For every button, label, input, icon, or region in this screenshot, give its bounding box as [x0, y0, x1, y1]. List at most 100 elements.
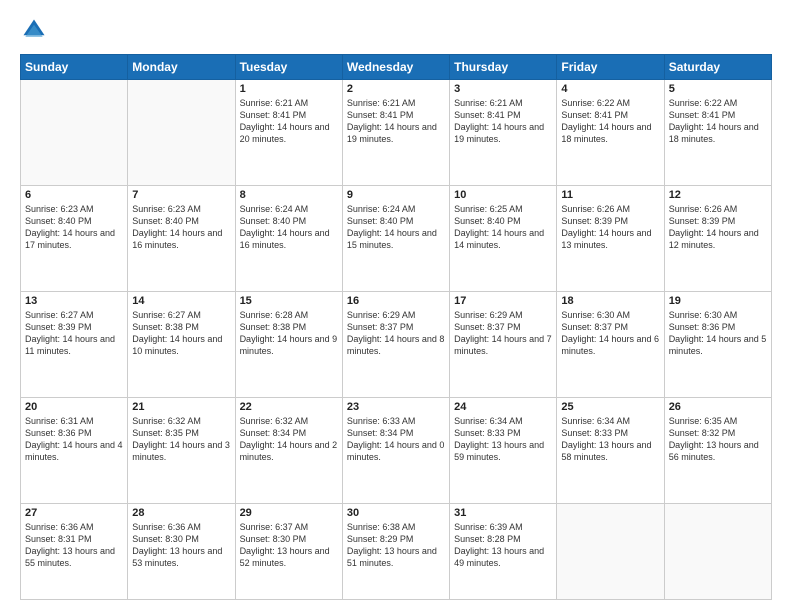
day-number: 26	[669, 401, 767, 413]
day-number: 20	[25, 401, 123, 413]
day-info: Sunrise: 6:29 AM Sunset: 8:37 PM Dayligh…	[347, 309, 445, 358]
calendar-cell	[128, 80, 235, 186]
day-info: Sunrise: 6:22 AM Sunset: 8:41 PM Dayligh…	[561, 97, 659, 146]
calendar-cell: 26Sunrise: 6:35 AM Sunset: 8:32 PM Dayli…	[664, 397, 771, 503]
calendar-cell: 22 Sunrise: 6:32 AM Sunset: 8:34 PM Dayli…	[235, 397, 342, 503]
calendar-cell: 28 Sunrise: 6:36 AM Sunset: 8:30 PM Dayli…	[128, 503, 235, 599]
day-number: 25	[561, 401, 659, 413]
day-number: 17	[454, 295, 552, 307]
day-info: Sunrise: 6:34 AM Sunset: 8:33 PM Dayligh…	[561, 415, 659, 464]
weekday-header-sunday: Sunday	[21, 55, 128, 80]
calendar-cell: 16 Sunrise: 6:29 AM Sunset: 8:37 PM Dayli…	[342, 291, 449, 397]
calendar-cell: 31 Sunrise: 6:39 AM Sunset: 8:28 PM Dayli…	[450, 503, 557, 599]
day-info: Sunrise: 6:30 AM Sunset: 8:36 PM Dayligh…	[669, 309, 767, 358]
week-row-3: 13Sunrise: 6:27 AM Sunset: 8:39 PM Dayli…	[21, 291, 772, 397]
day-info: Sunrise: 6:23 AM Sunset: 8:40 PM Dayligh…	[132, 203, 230, 252]
calendar-cell: 14 Sunrise: 6:27 AM Sunset: 8:38 PM Dayli…	[128, 291, 235, 397]
day-info: Sunrise: 6:39 AM Sunset: 8:28 PM Dayligh…	[454, 521, 552, 570]
day-number: 16	[347, 295, 445, 307]
day-number: 3	[454, 83, 552, 95]
calendar-cell: 19 Sunrise: 6:30 AM Sunset: 8:36 PM Dayli…	[664, 291, 771, 397]
weekday-header-tuesday: Tuesday	[235, 55, 342, 80]
day-number: 4	[561, 83, 659, 95]
week-row-4: 20Sunrise: 6:31 AM Sunset: 8:36 PM Dayli…	[21, 397, 772, 503]
day-info: Sunrise: 6:22 AM Sunset: 8:41 PM Dayligh…	[669, 97, 767, 146]
calendar-cell: 18 Sunrise: 6:30 AM Sunset: 8:37 PM Dayli…	[557, 291, 664, 397]
calendar-cell: 23 Sunrise: 6:33 AM Sunset: 8:34 PM Dayli…	[342, 397, 449, 503]
calendar-cell: 17 Sunrise: 6:29 AM Sunset: 8:37 PM Dayli…	[450, 291, 557, 397]
calendar-cell: 9 Sunrise: 6:24 AM Sunset: 8:40 PM Daylig…	[342, 185, 449, 291]
day-number: 18	[561, 295, 659, 307]
day-number: 23	[347, 401, 445, 413]
day-info: Sunrise: 6:27 AM Sunset: 8:38 PM Dayligh…	[132, 309, 230, 358]
calendar-cell: 21 Sunrise: 6:32 AM Sunset: 8:35 PM Dayli…	[128, 397, 235, 503]
logo	[20, 16, 52, 44]
day-info: Sunrise: 6:32 AM Sunset: 8:34 PM Dayligh…	[240, 415, 338, 464]
day-info: Sunrise: 6:29 AM Sunset: 8:37 PM Dayligh…	[454, 309, 552, 358]
day-info: Sunrise: 6:36 AM Sunset: 8:30 PM Dayligh…	[132, 521, 230, 570]
calendar-cell: 29 Sunrise: 6:37 AM Sunset: 8:30 PM Dayli…	[235, 503, 342, 599]
day-number: 14	[132, 295, 230, 307]
day-number: 31	[454, 507, 552, 519]
calendar-cell	[557, 503, 664, 599]
day-info: Sunrise: 6:34 AM Sunset: 8:33 PM Dayligh…	[454, 415, 552, 464]
page: SundayMondayTuesdayWednesdayThursdayFrid…	[0, 0, 792, 612]
calendar-cell: 6Sunrise: 6:23 AM Sunset: 8:40 PM Daylig…	[21, 185, 128, 291]
calendar-cell	[664, 503, 771, 599]
day-info: Sunrise: 6:38 AM Sunset: 8:29 PM Dayligh…	[347, 521, 445, 570]
day-number: 22	[240, 401, 338, 413]
day-info: Sunrise: 6:33 AM Sunset: 8:34 PM Dayligh…	[347, 415, 445, 464]
day-number: 30	[347, 507, 445, 519]
day-info: Sunrise: 6:24 AM Sunset: 8:40 PM Dayligh…	[347, 203, 445, 252]
calendar-cell: 10 Sunrise: 6:25 AM Sunset: 8:40 PM Dayli…	[450, 185, 557, 291]
day-number: 19	[669, 295, 767, 307]
header	[20, 16, 772, 44]
day-info: Sunrise: 6:32 AM Sunset: 8:35 PM Dayligh…	[132, 415, 230, 464]
day-number: 24	[454, 401, 552, 413]
calendar-cell: 3 Sunrise: 6:21 AM Sunset: 8:41 PM Daylig…	[450, 80, 557, 186]
calendar-cell: 5Sunrise: 6:22 AM Sunset: 8:41 PM Daylig…	[664, 80, 771, 186]
calendar-cell: 24 Sunrise: 6:34 AM Sunset: 8:33 PM Dayli…	[450, 397, 557, 503]
week-row-5: 27 Sunrise: 6:36 AM Sunset: 8:31 PM Dayli…	[21, 503, 772, 599]
day-info: Sunrise: 6:21 AM Sunset: 8:41 PM Dayligh…	[454, 97, 552, 146]
calendar-cell: 7 Sunrise: 6:23 AM Sunset: 8:40 PM Daylig…	[128, 185, 235, 291]
day-number: 7	[132, 189, 230, 201]
day-number: 21	[132, 401, 230, 413]
calendar-cell: 2 Sunrise: 6:21 AM Sunset: 8:41 PM Daylig…	[342, 80, 449, 186]
calendar-cell: 12 Sunrise: 6:26 AM Sunset: 8:39 PM Dayli…	[664, 185, 771, 291]
day-number: 29	[240, 507, 338, 519]
day-info: Sunrise: 6:26 AM Sunset: 8:39 PM Dayligh…	[669, 203, 767, 252]
day-number: 2	[347, 83, 445, 95]
day-number: 10	[454, 189, 552, 201]
day-number: 28	[132, 507, 230, 519]
calendar-cell: 27 Sunrise: 6:36 AM Sunset: 8:31 PM Dayli…	[21, 503, 128, 599]
day-info: Sunrise: 6:24 AM Sunset: 8:40 PM Dayligh…	[240, 203, 338, 252]
calendar-cell: 30 Sunrise: 6:38 AM Sunset: 8:29 PM Dayli…	[342, 503, 449, 599]
day-number: 27	[25, 507, 123, 519]
day-number: 11	[561, 189, 659, 201]
calendar-table: SundayMondayTuesdayWednesdayThursdayFrid…	[20, 54, 772, 600]
day-number: 12	[669, 189, 767, 201]
day-info: Sunrise: 6:28 AM Sunset: 8:38 PM Dayligh…	[240, 309, 338, 358]
weekday-header-thursday: Thursday	[450, 55, 557, 80]
logo-icon	[20, 16, 48, 44]
day-number: 9	[347, 189, 445, 201]
day-info: Sunrise: 6:30 AM Sunset: 8:37 PM Dayligh…	[561, 309, 659, 358]
day-number: 1	[240, 83, 338, 95]
weekday-header-monday: Monday	[128, 55, 235, 80]
day-info: Sunrise: 6:26 AM Sunset: 8:39 PM Dayligh…	[561, 203, 659, 252]
calendar-cell	[21, 80, 128, 186]
calendar-cell: 1 Sunrise: 6:21 AM Sunset: 8:41 PM Daylig…	[235, 80, 342, 186]
week-row-2: 6Sunrise: 6:23 AM Sunset: 8:40 PM Daylig…	[21, 185, 772, 291]
day-info: Sunrise: 6:21 AM Sunset: 8:41 PM Dayligh…	[240, 97, 338, 146]
day-info: Sunrise: 6:37 AM Sunset: 8:30 PM Dayligh…	[240, 521, 338, 570]
week-row-1: 1 Sunrise: 6:21 AM Sunset: 8:41 PM Daylig…	[21, 80, 772, 186]
day-info: Sunrise: 6:21 AM Sunset: 8:41 PM Dayligh…	[347, 97, 445, 146]
day-info: Sunrise: 6:23 AM Sunset: 8:40 PM Dayligh…	[25, 203, 123, 252]
day-info: Sunrise: 6:36 AM Sunset: 8:31 PM Dayligh…	[25, 521, 123, 570]
calendar-cell: 13Sunrise: 6:27 AM Sunset: 8:39 PM Dayli…	[21, 291, 128, 397]
calendar-cell: 4 Sunrise: 6:22 AM Sunset: 8:41 PM Daylig…	[557, 80, 664, 186]
weekday-header-saturday: Saturday	[664, 55, 771, 80]
day-info: Sunrise: 6:25 AM Sunset: 8:40 PM Dayligh…	[454, 203, 552, 252]
calendar-cell: 11 Sunrise: 6:26 AM Sunset: 8:39 PM Dayli…	[557, 185, 664, 291]
